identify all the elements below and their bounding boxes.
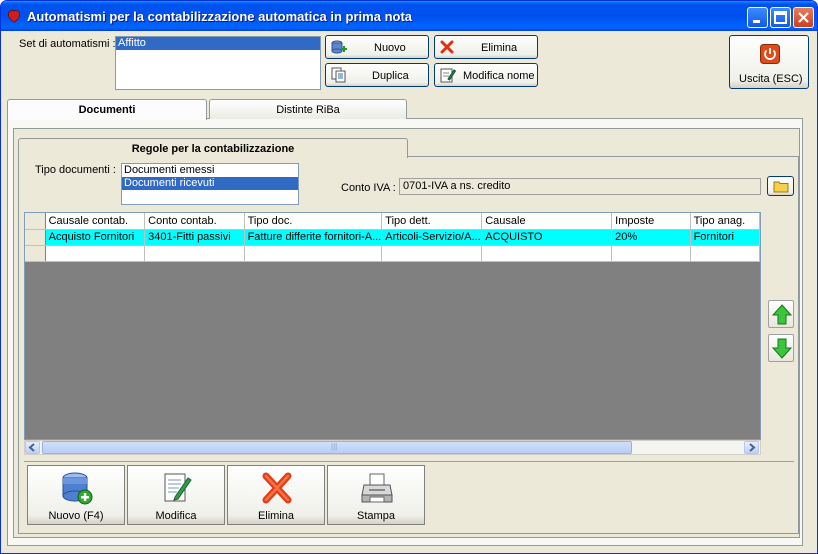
- minimize-icon: [753, 20, 760, 23]
- tipo-documenti-listbox[interactable]: Documenti emessi Documenti ricevuti: [121, 163, 299, 205]
- edit-document-icon: [440, 68, 456, 83]
- arrow-up-icon: [772, 304, 792, 325]
- folder-icon: [773, 181, 789, 193]
- cell-causale-contab[interactable]: Acquisto Fornitori: [45, 229, 146, 246]
- cell-empty[interactable]: [45, 245, 146, 262]
- col-header-imposte[interactable]: Imposte: [611, 213, 691, 230]
- grid-corner: [25, 213, 46, 230]
- regole-grid[interactable]: Causale contab. Conto contab. Tipo doc. …: [24, 212, 761, 440]
- col-header-causale-contab[interactable]: Causale contab.: [45, 213, 146, 230]
- delete-x-icon: [440, 40, 454, 54]
- elimina-regola-label: Elimina: [257, 510, 295, 522]
- tab-distinte-riba[interactable]: Distinte RiBa: [209, 99, 407, 119]
- new-database-icon: [331, 40, 347, 54]
- cell-empty[interactable]: [144, 245, 245, 262]
- table-row[interactable]: Acquisto Fornitori 3401-Fitti passivi Fa…: [25, 229, 760, 246]
- maximize-icon: [774, 11, 787, 24]
- nuovo-regola-label: Nuovo (F4): [48, 510, 104, 522]
- nuovo-set-button[interactable]: Nuovo: [325, 35, 429, 59]
- col-header-conto-contab[interactable]: Conto contab.: [144, 213, 245, 230]
- conto-iva-browse-button[interactable]: [767, 176, 794, 196]
- power-exit-icon: [760, 44, 780, 64]
- move-up-button[interactable]: [768, 300, 794, 328]
- row-header[interactable]: [25, 245, 46, 262]
- set-item[interactable]: Affitto: [116, 37, 320, 50]
- stampa-button[interactable]: Stampa: [327, 465, 425, 525]
- elimina-set-label: Elimina: [481, 42, 518, 54]
- tab-regole-contabilizzazione[interactable]: Regole per la contabilizzazione: [18, 138, 408, 158]
- col-header-tipo-dett[interactable]: Tipo dett.: [381, 213, 483, 230]
- arrow-down-icon: [772, 338, 792, 359]
- set-listbox[interactable]: Affitto: [115, 36, 321, 90]
- elimina-set-button[interactable]: Elimina: [434, 35, 538, 59]
- new-database-icon: [62, 472, 93, 505]
- minimize-button[interactable]: [747, 7, 768, 28]
- tipo-documenti-label: Tipo documenti :: [35, 164, 116, 176]
- scroll-right-button[interactable]: [744, 441, 759, 454]
- cell-imposte[interactable]: 20%: [611, 229, 691, 246]
- grid-horizontal-scrollbar[interactable]: |||: [24, 440, 761, 455]
- cell-conto-contab[interactable]: 3401-Fitti passivi: [144, 229, 245, 246]
- printer-icon: [361, 473, 393, 503]
- row-header[interactable]: [25, 229, 46, 246]
- cell-empty[interactable]: [381, 245, 483, 262]
- maximize-button[interactable]: [770, 7, 791, 28]
- conto-iva-label: Conto IVA :: [341, 182, 396, 194]
- col-header-tipo-doc[interactable]: Tipo doc.: [244, 213, 383, 230]
- duplicate-icon: [331, 67, 346, 83]
- uscita-button[interactable]: Uscita (ESC): [729, 35, 809, 89]
- cell-tipo-dett[interactable]: Articoli-Servizio/A...: [381, 229, 483, 246]
- move-down-button[interactable]: [768, 334, 794, 362]
- cell-empty[interactable]: [244, 245, 383, 262]
- window-title: Automatismi per la contabilizzazione aut…: [27, 9, 413, 24]
- tab-documenti[interactable]: Documenti: [7, 99, 207, 120]
- main-window: Automatismi per la contabilizzazione aut…: [0, 0, 818, 554]
- scroll-grip: |||: [331, 442, 338, 451]
- conto-iva-field[interactable]: 0701-IVA a ns. credito: [399, 178, 761, 195]
- elimina-regola-button[interactable]: Elimina: [227, 465, 325, 525]
- nuovo-regola-button[interactable]: Nuovo (F4): [27, 465, 125, 525]
- chevron-left-icon: [28, 443, 35, 452]
- table-row-new[interactable]: [25, 245, 760, 262]
- modifica-regola-label: Modifica: [155, 510, 197, 522]
- grid-header-row: Causale contab. Conto contab. Tipo doc. …: [25, 213, 760, 230]
- scroll-thumb[interactable]: |||: [42, 441, 632, 454]
- set-label: Set di automatismi :: [19, 38, 116, 50]
- duplica-label: Duplica: [372, 70, 409, 82]
- close-icon: [798, 12, 809, 23]
- stampa-label: Stampa: [357, 510, 395, 522]
- cell-tipo-doc[interactable]: Fatture differite fornitori-A...: [244, 229, 383, 246]
- uscita-label: Uscita (ESC): [739, 73, 803, 85]
- cell-tipo-anag[interactable]: Fornitori: [690, 229, 760, 246]
- close-button[interactable]: [793, 7, 814, 28]
- cell-causale[interactable]: ACQUISTO: [481, 229, 613, 246]
- col-header-tipo-anag[interactable]: Tipo anag.: [690, 213, 760, 230]
- col-header-causale[interactable]: Causale: [481, 213, 613, 230]
- tipo-documenti-item-ricevuti[interactable]: Documenti ricevuti: [122, 177, 298, 190]
- tipo-documenti-item-emessi[interactable]: Documenti emessi: [122, 164, 298, 177]
- chevron-right-icon: [749, 443, 756, 452]
- nuovo-set-label: Nuovo: [374, 42, 406, 54]
- duplica-button[interactable]: Duplica: [325, 63, 429, 87]
- modifica-nome-button[interactable]: Modifica nome: [434, 63, 538, 87]
- cell-empty[interactable]: [481, 245, 613, 262]
- cell-empty[interactable]: [611, 245, 691, 262]
- app-icon: [8, 10, 20, 23]
- title-bar[interactable]: Automatismi per la contabilizzazione aut…: [1, 1, 817, 31]
- delete-x-icon: [262, 472, 292, 504]
- edit-document-icon: [164, 473, 192, 502]
- modifica-nome-label: Modifica nome: [463, 70, 535, 82]
- cell-empty[interactable]: [690, 245, 760, 262]
- modifica-regola-button[interactable]: Modifica: [127, 465, 225, 525]
- scroll-left-button[interactable]: [25, 441, 40, 454]
